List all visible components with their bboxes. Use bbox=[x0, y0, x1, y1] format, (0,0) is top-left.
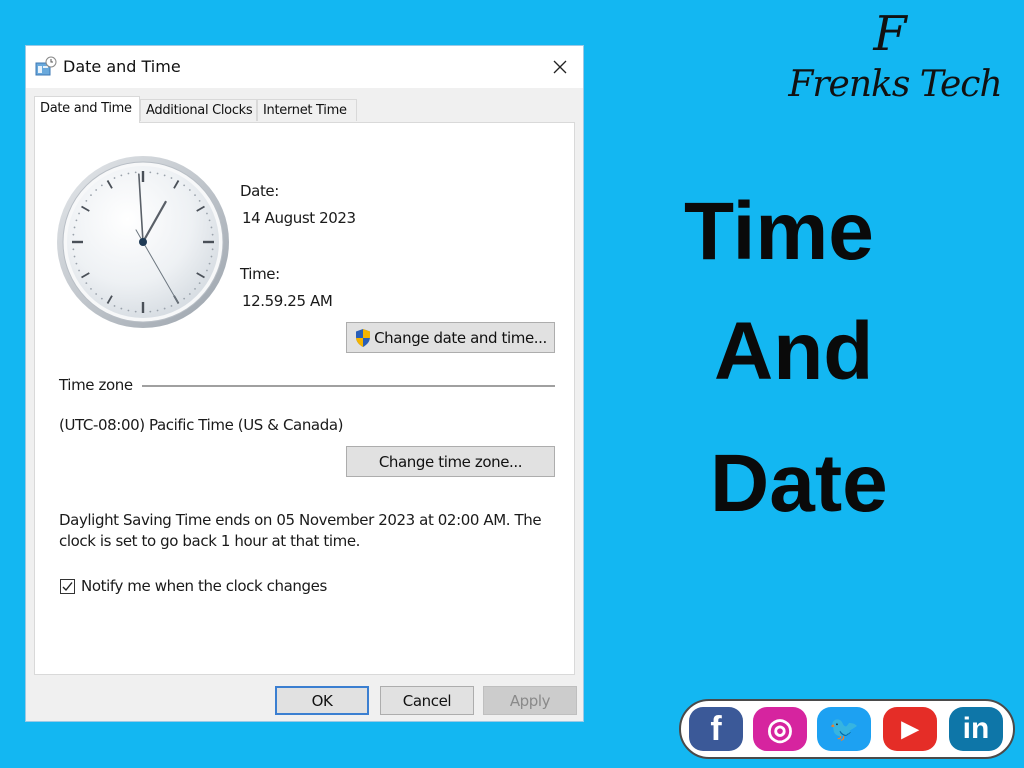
clock-minute-dot bbox=[85, 282, 88, 285]
clock-minute-dot bbox=[127, 309, 130, 312]
time-zone-divider bbox=[142, 385, 555, 387]
clock-center-pin bbox=[139, 238, 147, 246]
clock-minute-dot bbox=[206, 269, 208, 272]
youtube-icon[interactable]: ▶ bbox=[883, 707, 937, 751]
headline-line-2: And bbox=[714, 306, 874, 397]
youtube-glyph: ▶ bbox=[901, 716, 919, 741]
twitter-glyph: 🐦 bbox=[829, 715, 859, 743]
time-value: 12.59.25 AM bbox=[242, 292, 333, 310]
clock-minute-dot bbox=[210, 255, 213, 258]
clock-minute-dot bbox=[120, 174, 123, 177]
instagram-icon[interactable]: ◎ bbox=[753, 707, 807, 751]
time-zone-value: (UTC-08:00) Pacific Time (US & Canada) bbox=[59, 416, 344, 434]
analog-clock bbox=[57, 156, 229, 328]
clock-minute-dot bbox=[75, 219, 78, 222]
headline-line-3: Date bbox=[710, 438, 888, 529]
clock-minute-dot bbox=[113, 305, 116, 307]
clock-minute-dot bbox=[198, 199, 201, 202]
title-bar: Date and Time bbox=[26, 46, 583, 88]
clock-minute-dot bbox=[163, 307, 166, 310]
clock-minute-dot bbox=[127, 172, 130, 175]
tab-panel-date-and-time: Date: 14 August 2023 Time: 12.59.25 AM C… bbox=[34, 122, 575, 675]
clock-minute-dot bbox=[208, 219, 211, 222]
clock-minute-dot bbox=[156, 309, 159, 312]
tab-date-and-time[interactable]: Date and Time bbox=[34, 96, 140, 123]
clock-minute-dot bbox=[206, 212, 208, 215]
logo-name: Frenks Tech bbox=[788, 64, 1002, 105]
date-value: 14 August 2023 bbox=[242, 209, 356, 227]
date-time-dialog: Date and Time Date and Time Additional C… bbox=[25, 45, 584, 722]
clock-minute-dot bbox=[134, 171, 137, 174]
notify-checkbox-label[interactable]: Notify me when the clock changes bbox=[81, 577, 327, 595]
clock-minute-dot bbox=[113, 177, 116, 179]
headline-line-1: Time bbox=[684, 186, 874, 277]
time-label: Time: bbox=[240, 265, 280, 283]
tab-additional-clocks[interactable]: Additional Clocks bbox=[140, 99, 257, 121]
clock-minute-dot bbox=[183, 297, 186, 300]
clock-minute-dot bbox=[194, 194, 196, 197]
clock-minute-dot bbox=[134, 310, 137, 313]
checkmark-icon bbox=[62, 582, 73, 592]
clock-minute-dot bbox=[72, 233, 75, 236]
clock-minute-dot bbox=[210, 226, 213, 229]
clock-minute-dot bbox=[149, 310, 152, 313]
change-date-and-time-label: Change date and time... bbox=[374, 328, 547, 347]
clock-minute-dot bbox=[78, 269, 80, 272]
notify-checkbox[interactable] bbox=[60, 579, 75, 594]
clock-minute-dot bbox=[198, 282, 201, 285]
frenks-tech-logo: F Frenks Tech bbox=[770, 8, 1020, 133]
change-date-and-time-button[interactable]: Change date and time... bbox=[346, 322, 555, 353]
logo-monogram: F bbox=[873, 6, 907, 62]
clock-minute-dot bbox=[73, 226, 76, 229]
clock-minute-dot bbox=[90, 194, 92, 197]
clock-minute-dot bbox=[211, 233, 214, 236]
clock-minute-dot bbox=[95, 189, 98, 191]
clock-minute-dot bbox=[156, 172, 159, 175]
clock-minute-dot bbox=[149, 171, 152, 174]
social-media-bar: f ◎ 🐦 ▶ in bbox=[679, 699, 1015, 759]
clock-minute-dot bbox=[100, 297, 103, 300]
clock-minute-dot bbox=[90, 287, 92, 290]
facebook-glyph: f bbox=[710, 709, 722, 748]
instagram-glyph: ◎ bbox=[766, 712, 794, 746]
window-title: Date and Time bbox=[63, 57, 181, 76]
linkedin-icon[interactable]: in bbox=[949, 707, 1003, 751]
clock-minute-dot bbox=[75, 262, 78, 265]
uac-shield-icon bbox=[356, 328, 371, 347]
date-time-app-icon bbox=[35, 56, 57, 76]
twitter-icon[interactable]: 🐦 bbox=[817, 707, 871, 751]
time-zone-heading: Time zone bbox=[59, 376, 133, 394]
facebook-icon[interactable]: f bbox=[689, 707, 743, 751]
linkedin-glyph: in bbox=[962, 712, 990, 745]
dst-info-text: Daylight Saving Time ends on 05 November… bbox=[59, 511, 542, 550]
close-icon bbox=[553, 60, 567, 74]
clock-minute-dot bbox=[95, 293, 98, 295]
apply-button[interactable]: Apply bbox=[483, 686, 577, 715]
clock-minute-dot bbox=[194, 287, 196, 290]
clock-minute-dot bbox=[73, 255, 76, 258]
date-label: Date: bbox=[240, 182, 279, 200]
clock-minute-dot bbox=[163, 174, 166, 177]
clock-minute-dot bbox=[211, 248, 214, 251]
clock-minute-dot bbox=[120, 307, 123, 310]
clock-minute-dot bbox=[188, 189, 191, 191]
clock-minute-dot bbox=[188, 293, 191, 295]
change-time-zone-button[interactable]: Change time zone... bbox=[346, 446, 555, 477]
tab-internet-time[interactable]: Internet Time bbox=[257, 99, 357, 121]
clock-minute-dot bbox=[208, 262, 211, 265]
clock-minute-dot bbox=[100, 184, 103, 187]
close-button[interactable] bbox=[545, 52, 575, 82]
clock-minute-dot bbox=[78, 212, 80, 215]
ok-button[interactable]: OK bbox=[275, 686, 369, 715]
clock-minute-dot bbox=[170, 177, 173, 179]
clock-minute-dot bbox=[183, 184, 186, 187]
clock-minute-dot bbox=[170, 305, 173, 307]
cancel-button[interactable]: Cancel bbox=[380, 686, 474, 715]
clock-minute-dot bbox=[72, 248, 75, 251]
clock-minute-dot bbox=[85, 199, 88, 202]
